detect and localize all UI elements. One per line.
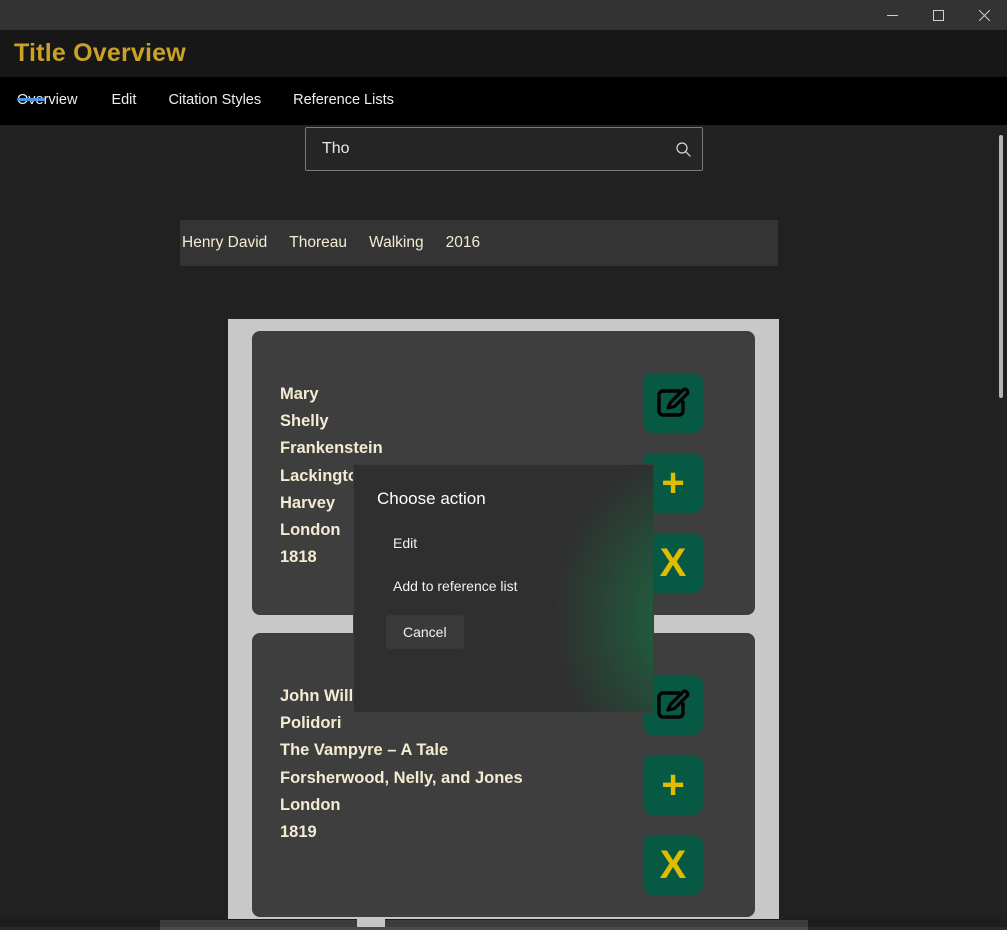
- vertical-scrollbar-thumb[interactable]: [999, 135, 1003, 398]
- plus-icon: +: [661, 461, 685, 505]
- app-header: Title Overview: [0, 30, 1007, 77]
- tab-reference-lists[interactable]: Reference Lists: [277, 77, 410, 108]
- card-line: Shelly: [280, 412, 329, 431]
- search-suggestions: Henry David Thoreau Walking 2016: [180, 220, 778, 266]
- plus-icon: +: [661, 763, 685, 807]
- suggestion-title: Walking: [369, 234, 424, 251]
- search-area: Tho: [305, 127, 703, 171]
- suggestion-author-first: Henry David: [182, 234, 268, 251]
- close-x-icon: X: [659, 843, 687, 887]
- card-line: Polidori: [280, 714, 342, 733]
- tab-citation-styles[interactable]: Citation Styles: [152, 77, 277, 108]
- tab-reference-lists-label: Reference Lists: [293, 92, 394, 108]
- search-icon[interactable]: [675, 141, 692, 158]
- minimize-button[interactable]: [869, 0, 915, 30]
- dialog-title: Choose action: [377, 489, 486, 508]
- search-input[interactable]: Tho: [305, 127, 703, 171]
- tab-bar: Overview Edit Citation Styles Reference …: [0, 77, 1007, 125]
- tab-active-indicator: [17, 97, 45, 101]
- dialog-option-edit[interactable]: Edit: [376, 529, 631, 557]
- card-line: Frankenstein: [280, 439, 383, 458]
- window-titlebar: [0, 0, 1007, 30]
- card-line: 1819: [280, 823, 317, 842]
- cancel-button[interactable]: Cancel: [386, 615, 464, 649]
- maximize-button[interactable]: [915, 0, 961, 30]
- reference-card-actions: + X: [643, 353, 727, 593]
- suggestion-author-last: Thoreau: [289, 234, 348, 251]
- vertical-scrollbar[interactable]: [995, 125, 1007, 930]
- suggestion-year: 2016: [445, 234, 481, 251]
- choose-action-dialog: Choose action Edit Add to reference list…: [353, 464, 654, 713]
- card-line: Forsherwood, Nelly, and Jones: [280, 768, 523, 787]
- close-x-icon: X: [659, 541, 687, 585]
- app-window: Title Overview Overview Edit Citation St…: [0, 0, 1007, 930]
- edit-icon: [655, 385, 691, 421]
- suggestion-row[interactable]: Henry David Thoreau Walking 2016: [180, 220, 778, 266]
- card-line: Mary: [280, 385, 319, 403]
- card-line: London: [280, 795, 341, 814]
- add-button[interactable]: +: [643, 755, 703, 815]
- card-line: The Vampyre – A Tale: [280, 741, 449, 760]
- edit-button[interactable]: [643, 373, 703, 433]
- content-area: Tho Henry David Thoreau Walking 2016 Mar…: [0, 125, 1007, 930]
- edit-icon: [655, 687, 691, 723]
- tab-overview[interactable]: Overview: [14, 77, 95, 108]
- tab-edit-label: Edit: [111, 92, 137, 108]
- close-button[interactable]: [961, 0, 1007, 30]
- dialog-option-add-to-reference-list[interactable]: Add to reference list: [376, 572, 631, 600]
- delete-button[interactable]: X: [643, 835, 703, 895]
- search-input-value: Tho: [322, 140, 350, 157]
- page-title: Title Overview: [14, 39, 186, 67]
- tab-citation-styles-label: Citation Styles: [168, 92, 262, 108]
- reference-card-actions: + X: [643, 655, 727, 895]
- tab-edit[interactable]: Edit: [95, 77, 152, 108]
